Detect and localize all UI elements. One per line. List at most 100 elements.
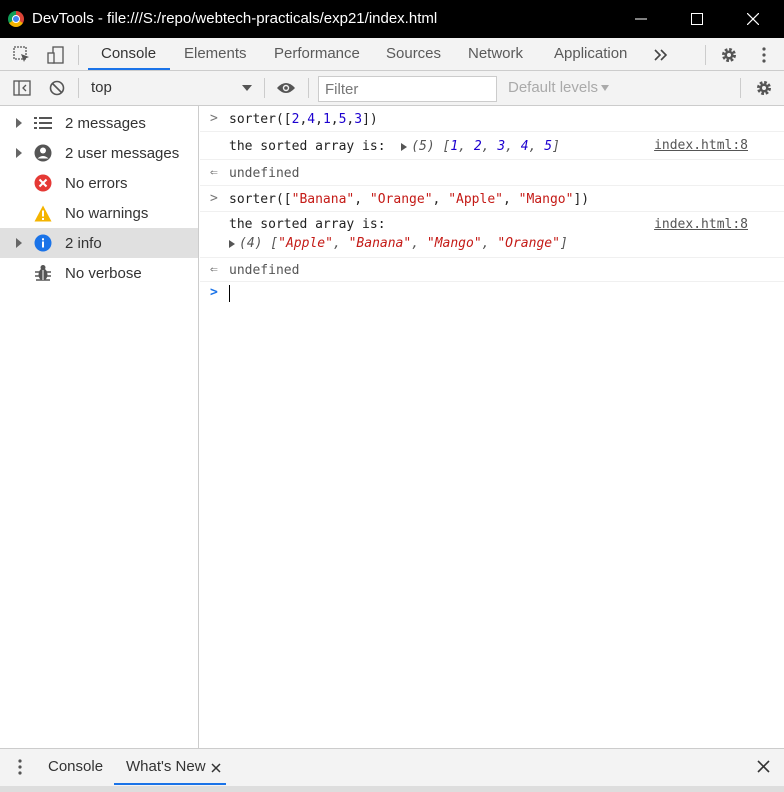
drawer-tab-console[interactable]: Console (48, 758, 103, 775)
expand-arrow-icon[interactable] (401, 142, 408, 151)
console-result-entry: ⇐ undefined (200, 160, 784, 186)
sidebar-item-errors[interactable]: No errors (0, 168, 198, 198)
chrome-logo-icon (8, 11, 24, 27)
sidebar-item-label: No warnings (65, 205, 149, 222)
divider (308, 78, 309, 98)
expand-arrow-icon (16, 238, 22, 248)
toggle-sidebar-button[interactable] (12, 78, 32, 98)
maximize-button[interactable] (674, 0, 720, 38)
console-prompt-input[interactable] (229, 285, 230, 302)
devtools-tab-bar: Console Elements Performance Sources Net… (0, 38, 784, 71)
window-title: DevTools - file:///S:/repo/webtech-pract… (32, 10, 438, 27)
array-preview[interactable]: (4) ["Apple", "Banana", "Mango", "Orange… (229, 236, 568, 251)
divider (705, 45, 706, 65)
sidebar-item-warnings[interactable]: No warnings (0, 198, 198, 228)
active-tab-indicator (88, 68, 170, 70)
sidebar-item-label: No verbose (65, 265, 142, 282)
bug-icon (34, 264, 52, 282)
inspect-element-button[interactable] (12, 45, 32, 65)
source-link[interactable]: index.html:8 (654, 217, 748, 232)
close-tab-button[interactable] (211, 761, 221, 776)
input-chevron-icon: > (210, 191, 218, 206)
tab-performance[interactable]: Performance (274, 38, 360, 70)
warning-icon (34, 204, 52, 222)
input-chevron-icon: > (210, 111, 218, 126)
list-icon (34, 114, 52, 132)
close-icon (747, 13, 759, 25)
prompt-chevron-icon: > (210, 285, 218, 300)
drawer-menu-button[interactable] (18, 759, 22, 778)
console-sidebar: 2 messages 2 user messages No errors No … (0, 106, 199, 748)
clear-icon (49, 80, 65, 96)
active-tab-indicator (114, 783, 226, 785)
dropdown-arrow-icon (242, 85, 252, 91)
settings-button[interactable] (719, 45, 739, 65)
log-levels-dropdown[interactable]: Default levels (508, 79, 598, 96)
console-input-entry[interactable]: > sorter(["Banana", "Orange", "Apple", "… (200, 186, 784, 212)
log-message: the sorted array is: (229, 217, 386, 232)
sidebar-item-label: No errors (65, 175, 128, 192)
filter-input[interactable] (318, 76, 497, 102)
close-drawer-button[interactable] (757, 760, 770, 776)
tab-application[interactable]: Application (554, 38, 627, 70)
sidebar-item-messages[interactable]: 2 messages (0, 108, 198, 138)
console-output: > sorter([2,4,1,5,3]) the sorted array i… (200, 106, 784, 748)
divider (78, 78, 79, 98)
info-icon (34, 234, 52, 252)
vertical-dots-icon (18, 759, 22, 775)
console-result-entry: ⇐ undefined (200, 258, 784, 282)
divider (264, 78, 265, 98)
result-value: undefined (229, 166, 300, 181)
expand-arrow-icon (16, 148, 22, 158)
eye-icon (277, 83, 295, 93)
divider (740, 78, 741, 98)
user-icon (34, 144, 52, 162)
expand-arrow-icon[interactable] (229, 239, 235, 248)
double-chevron-right-icon (654, 49, 668, 61)
device-toggle-icon (47, 46, 64, 64)
sidebar-item-info[interactable]: 2 info (0, 228, 198, 258)
inspect-icon (13, 46, 29, 62)
close-window-button[interactable] (730, 0, 776, 38)
maximize-icon (691, 13, 703, 25)
expand-arrow-icon (16, 118, 22, 128)
device-toolbar-button[interactable] (46, 45, 66, 65)
tab-network[interactable]: Network (468, 38, 523, 70)
tab-console[interactable]: Console (101, 38, 156, 70)
sidebar-item-label: 2 info (65, 235, 102, 252)
customize-menu-button[interactable] (754, 45, 774, 65)
gear-icon (757, 81, 771, 95)
drawer-tab-whats-new[interactable]: What's New (126, 758, 206, 775)
log-message: the sorted array is: (5) [1, 2, 3, 4, 5] (229, 139, 560, 154)
tab-elements[interactable]: Elements (184, 38, 247, 70)
live-expression-button[interactable] (276, 78, 296, 98)
result-arrow-icon: ⇐ (210, 165, 218, 180)
clear-console-button[interactable] (47, 78, 67, 98)
error-icon (34, 174, 52, 192)
dropdown-arrow-icon (601, 85, 609, 91)
vertical-dots-icon (762, 47, 766, 63)
more-tabs-button[interactable] (651, 45, 671, 65)
sidebar-item-label: 2 messages (65, 115, 146, 132)
minimize-icon (635, 18, 647, 20)
close-icon (757, 760, 770, 773)
close-icon (211, 763, 221, 773)
console-settings-button[interactable] (754, 78, 774, 98)
sidebar-toggle-icon (13, 80, 31, 96)
console-log-entry: the sorted array is: index.html:8 (4) ["… (200, 212, 784, 258)
divider (78, 45, 79, 65)
result-arrow-icon: ⇐ (210, 262, 218, 277)
source-link[interactable]: index.html:8 (654, 138, 748, 153)
console-input-entry[interactable]: > sorter([2,4,1,5,3]) (200, 106, 784, 132)
execution-context-select[interactable]: top (91, 79, 112, 96)
drawer-tab-bar: Console What's New (0, 748, 784, 786)
tab-sources[interactable]: Sources (386, 38, 441, 70)
sidebar-item-label: 2 user messages (65, 145, 180, 162)
console-command: sorter(["Banana", "Orange", "Apple", "Ma… (229, 192, 590, 207)
sidebar-item-verbose[interactable]: No verbose (0, 258, 198, 288)
result-value: undefined (229, 263, 300, 278)
gear-icon (722, 48, 736, 62)
minimize-button[interactable] (618, 0, 664, 38)
sidebar-item-user-messages[interactable]: 2 user messages (0, 138, 198, 168)
drawer-bottom-edge (0, 786, 784, 792)
